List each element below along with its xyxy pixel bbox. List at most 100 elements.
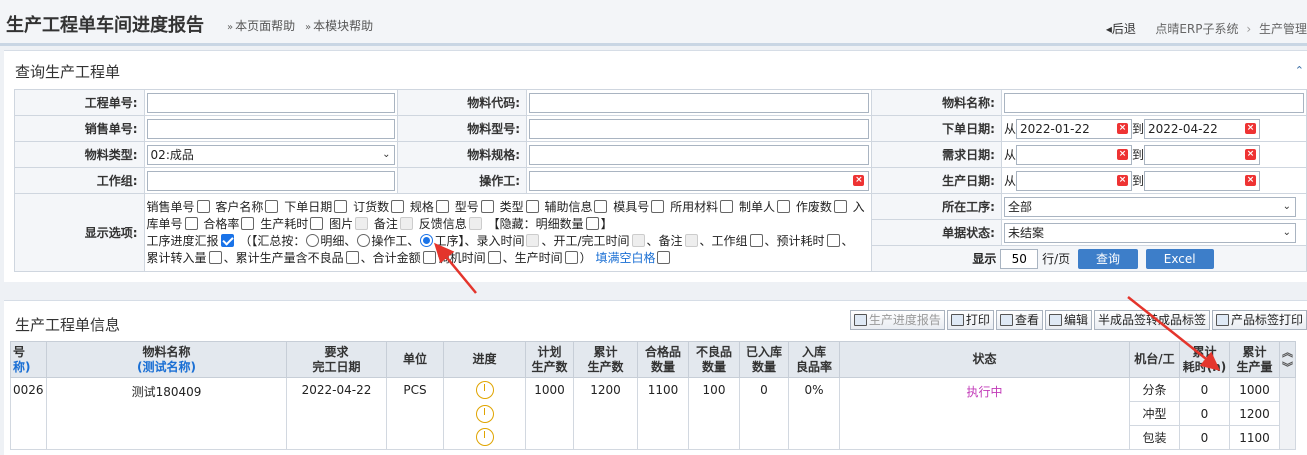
- col-plan[interactable]: 计划 生产数: [525, 341, 574, 378]
- clear-icon[interactable]: ×: [1116, 175, 1128, 186]
- opt-entry-time[interactable]: [526, 233, 540, 247]
- per-page-input[interactable]: [1000, 248, 1039, 269]
- clock-icon[interactable]: [475, 380, 494, 399]
- opt-cum-qty-defect[interactable]: [345, 250, 359, 264]
- col-machine[interactable]: 机台/工: [1129, 341, 1180, 378]
- collapse-icon[interactable]: ⌃: [1295, 64, 1304, 77]
- opt-total-amount[interactable]: [422, 250, 436, 264]
- production-date-from[interactable]: ×: [1015, 170, 1132, 191]
- double-chevron-icon: »: [305, 22, 312, 33]
- radio-by-detail[interactable]: [306, 233, 320, 247]
- breadcrumb-erp[interactable]: 点晴ERP子系统: [1155, 22, 1238, 36]
- opt-process-report[interactable]: [220, 233, 234, 247]
- col-cum-output[interactable]: 累计 生产量: [1229, 341, 1280, 378]
- workgroup-input[interactable]: [146, 170, 396, 191]
- opt-cum-transfer[interactable]: [208, 250, 222, 264]
- demand-date-label: 需求日期:: [871, 141, 1002, 168]
- order-date-from[interactable]: 2022-01-22 ×: [1015, 118, 1132, 139]
- help-page-link[interactable]: » 本页面帮助: [227, 17, 295, 34]
- current-process-select[interactable]: 全部 ⌄: [1003, 196, 1296, 217]
- table-scrollbar[interactable]: [1279, 377, 1296, 450]
- clear-icon[interactable]: ×: [1116, 123, 1128, 134]
- opt-maker[interactable]: [777, 199, 790, 213]
- semi-label-button[interactable]: 半成品签转成品标签: [1093, 310, 1210, 330]
- col-cum-time[interactable]: 累计 耗时(h): [1179, 341, 1230, 378]
- progress-report-button[interactable]: 生产进度报告: [849, 310, 945, 330]
- material-name-input[interactable]: [1003, 92, 1304, 113]
- table-row[interactable]: 0026 测试180409 2022-04-22 PCS 1000 1200 1…: [10, 377, 1296, 450]
- opt-prod-time2[interactable]: [564, 250, 578, 264]
- opt-machine-time[interactable]: [487, 250, 501, 264]
- opt-deposit[interactable]: [391, 199, 405, 213]
- opt-hidden-detail[interactable]: [585, 216, 599, 230]
- production-date-to[interactable]: ×: [1143, 170, 1260, 191]
- clear-icon[interactable]: ×: [1116, 149, 1128, 160]
- opt-scrap[interactable]: [833, 199, 847, 213]
- breadcrumb-production[interactable]: 生产管理: [1259, 22, 1307, 36]
- demand-date-to[interactable]: ×: [1143, 144, 1260, 165]
- material-type-select[interactable]: 02:成品 ⌄: [146, 144, 396, 165]
- back-link[interactable]: ◂后退: [1106, 22, 1136, 36]
- col-due-date[interactable]: 要求 完工日期: [286, 341, 387, 378]
- search-button[interactable]: 查询: [1077, 248, 1138, 269]
- col-status[interactable]: 状态: [839, 341, 1130, 378]
- opt-est-time[interactable]: [826, 233, 840, 247]
- clear-icon[interactable]: ×: [1244, 175, 1256, 186]
- radio-by-process[interactable]: [420, 233, 434, 247]
- sales-no-input[interactable]: [146, 118, 396, 139]
- opt-in-no[interactable]: [184, 216, 198, 230]
- radio-by-operator[interactable]: [357, 233, 371, 247]
- clock-icon[interactable]: [475, 404, 494, 423]
- opt-customer[interactable]: [265, 199, 279, 213]
- col-bad[interactable]: 不良品 数量: [688, 341, 740, 378]
- operator-input[interactable]: ×: [529, 170, 870, 191]
- demand-date-from[interactable]: ×: [1015, 144, 1132, 165]
- clear-icon[interactable]: ×: [853, 174, 865, 186]
- excel-button[interactable]: Excel: [1145, 248, 1214, 269]
- opt-workgroup[interactable]: [749, 233, 763, 247]
- col-material-name[interactable]: 物料名称 (测试名称): [46, 341, 287, 378]
- opt-feedback[interactable]: [468, 216, 482, 230]
- fill-blank-link[interactable]: 填满空白格: [595, 251, 655, 265]
- order-date-to[interactable]: 2022-04-22 ×: [1143, 118, 1260, 139]
- opt-remark[interactable]: [399, 216, 413, 230]
- col-in-stock[interactable]: 已入库 数量: [739, 341, 789, 378]
- printer-icon: [950, 314, 964, 326]
- column-scroll-control[interactable]: ︽ ︾: [1279, 341, 1296, 378]
- col-code[interactable]: 号称): [10, 341, 47, 378]
- clear-icon[interactable]: ×: [1244, 149, 1256, 160]
- order-no-input[interactable]: [146, 92, 396, 113]
- progress-cell: [443, 377, 526, 402]
- help-module-link[interactable]: » 本模块帮助: [305, 17, 373, 34]
- opt-spec[interactable]: [435, 199, 449, 213]
- opt-aux[interactable]: [594, 199, 608, 213]
- opt-remark2[interactable]: [684, 233, 698, 247]
- col-rate[interactable]: 入库 良品率: [788, 341, 840, 378]
- opt-mold[interactable]: [651, 199, 665, 213]
- opt-materials[interactable]: [720, 199, 734, 213]
- opt-sales-no[interactable]: [196, 199, 210, 213]
- col-cum[interactable]: 累计 生产数: [573, 341, 638, 378]
- clear-icon[interactable]: ×: [1244, 123, 1256, 134]
- opt-image[interactable]: [355, 216, 369, 230]
- col-progress[interactable]: 进度: [443, 341, 526, 378]
- col-unit[interactable]: 单位: [386, 341, 444, 378]
- opt-start-finish[interactable]: [631, 233, 645, 247]
- opt-type[interactable]: [525, 199, 539, 213]
- material-model-input[interactable]: [529, 118, 870, 139]
- product-label-button[interactable]: 产品标签打印: [1211, 310, 1307, 330]
- opt-order-date[interactable]: [334, 199, 348, 213]
- opt-pass-rate[interactable]: [241, 216, 255, 230]
- edit-button[interactable]: 编辑: [1044, 310, 1092, 330]
- col-good[interactable]: 合格品 数量: [637, 341, 689, 378]
- process-name: 冲型: [1129, 401, 1180, 426]
- clock-icon[interactable]: [475, 428, 494, 447]
- material-code-input[interactable]: [529, 92, 870, 113]
- doc-status-select[interactable]: 未结案 ⌄: [1003, 222, 1296, 243]
- view-button[interactable]: 查看: [995, 310, 1043, 330]
- opt-fill-blank[interactable]: [657, 250, 671, 264]
- opt-model[interactable]: [480, 199, 494, 213]
- opt-prod-time[interactable]: [310, 216, 324, 230]
- print-button[interactable]: 打印: [946, 310, 994, 330]
- material-spec-input[interactable]: [529, 144, 870, 165]
